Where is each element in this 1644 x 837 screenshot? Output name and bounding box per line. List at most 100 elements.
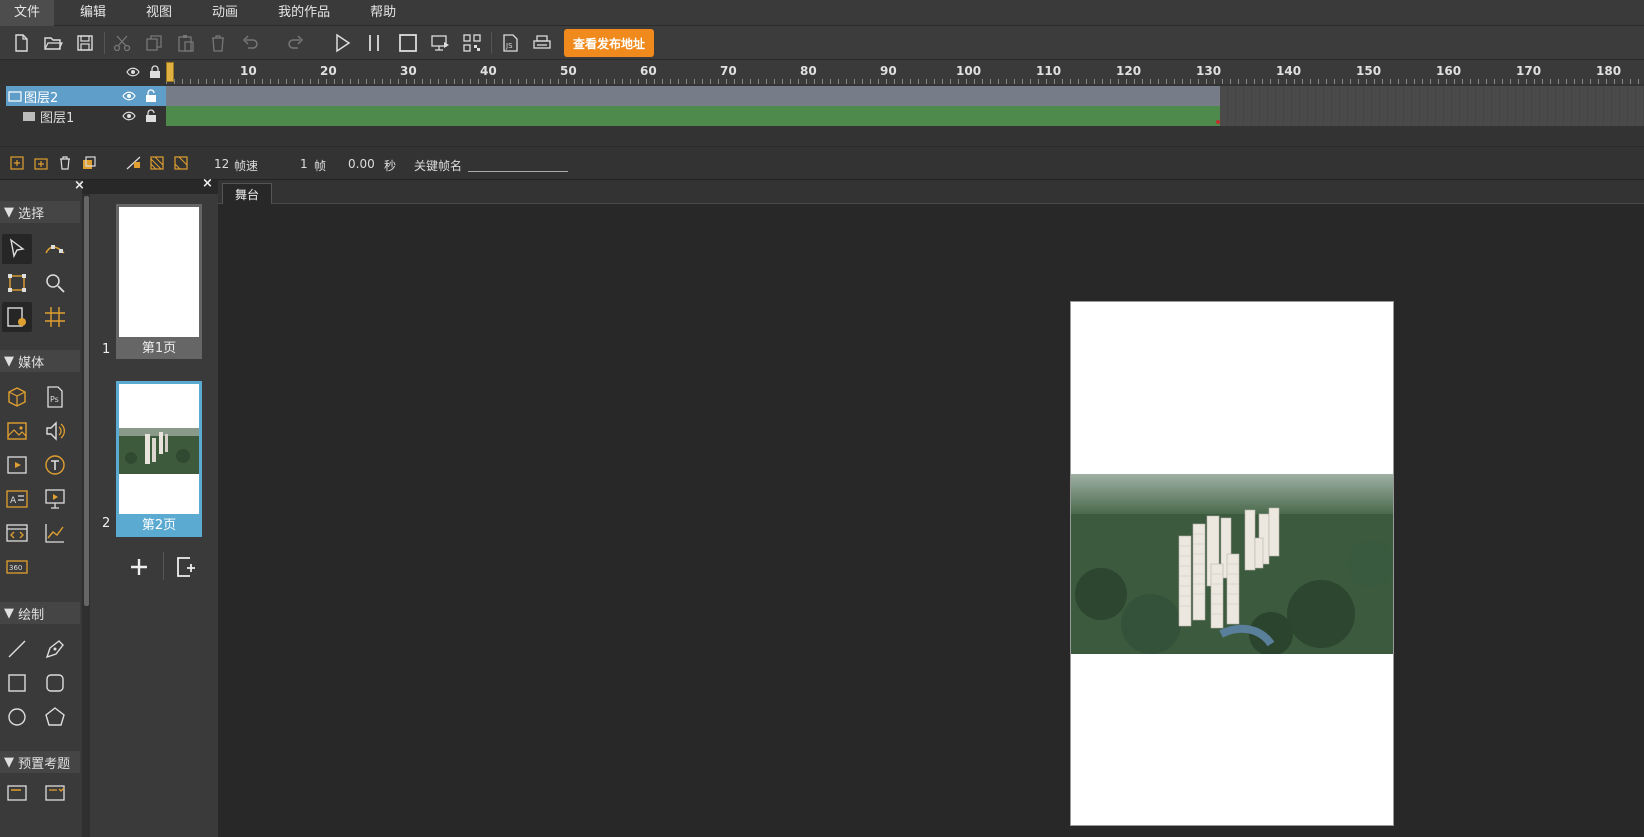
- cut-icon[interactable]: [109, 31, 135, 55]
- time-value: 0.00: [348, 157, 375, 171]
- menu-file[interactable]: 文件: [0, 0, 55, 26]
- delete-icon[interactable]: [205, 31, 231, 55]
- paste-icon[interactable]: [173, 31, 199, 55]
- ruler-label: 180: [1596, 64, 1622, 78]
- tab-stage[interactable]: 舞台: [222, 183, 272, 205]
- new-file-icon[interactable]: [8, 31, 34, 55]
- close-icon[interactable]: ×: [202, 176, 213, 191]
- eye-icon[interactable]: [126, 65, 140, 79]
- add-page-icon[interactable]: [128, 556, 150, 578]
- remove-tween-icon[interactable]: [174, 156, 188, 170]
- copy-layer-icon[interactable]: [82, 156, 96, 170]
- section-title: 选择: [18, 206, 45, 222]
- subselect-tool-icon[interactable]: [40, 234, 70, 264]
- circle-tool-icon[interactable]: [2, 702, 32, 732]
- zoom-tool-icon[interactable]: [40, 268, 70, 298]
- 3d-box-icon[interactable]: [2, 382, 32, 412]
- section-select[interactable]: ▼ 选择: [0, 201, 80, 223]
- chart-icon[interactable]: [40, 518, 70, 548]
- text-field-icon[interactable]: A: [2, 484, 32, 514]
- add-layer-icon[interactable]: [10, 156, 24, 170]
- open-folder-icon[interactable]: [40, 31, 66, 55]
- timeline-playhead[interactable]: [166, 62, 174, 82]
- section-media[interactable]: ▼ 媒体: [0, 350, 80, 372]
- layer-1-empty-frames[interactable]: [1220, 106, 1644, 126]
- close-icon[interactable]: ×: [74, 178, 85, 193]
- lock-icon[interactable]: [148, 65, 162, 79]
- ruler-label: 110: [1036, 64, 1062, 78]
- play-icon[interactable]: [329, 31, 355, 55]
- toolbar-separator: [491, 32, 492, 54]
- menu-edit[interactable]: 编辑: [66, 0, 120, 26]
- rounded-rectangle-tool-icon[interactable]: [40, 668, 70, 698]
- qrcode-icon[interactable]: [459, 31, 485, 55]
- timeline-ruler[interactable]: 10 20 30 40 50 60 70 80 90 100 110 120 1…: [166, 60, 1644, 84]
- panorama-360-icon[interactable]: 360: [2, 552, 32, 582]
- delete-layer-icon[interactable]: [58, 156, 72, 170]
- section-draw[interactable]: ▼ 绘制: [0, 602, 80, 624]
- code-icon[interactable]: [2, 518, 32, 548]
- copy-icon[interactable]: [141, 31, 167, 55]
- fps-value[interactable]: 12: [214, 157, 229, 171]
- undo-icon[interactable]: [237, 31, 263, 55]
- save-icon[interactable]: [72, 31, 98, 55]
- layer-row-2[interactable]: 图层2: [6, 86, 166, 106]
- audio-icon[interactable]: [40, 416, 70, 446]
- shape-tween-icon[interactable]: [150, 156, 164, 170]
- redo-icon[interactable]: [283, 31, 309, 55]
- choice-question-icon[interactable]: [2, 782, 32, 802]
- video-icon[interactable]: [2, 450, 32, 480]
- unlock-icon[interactable]: [144, 89, 158, 103]
- checklist-question-icon[interactable]: [40, 782, 70, 802]
- stage-canvas[interactable]: [1070, 301, 1394, 826]
- frame-label: 帧: [314, 159, 327, 173]
- layer-1-frames[interactable]: [166, 106, 1220, 126]
- motion-tween-icon[interactable]: [126, 156, 142, 170]
- grid-tool-icon[interactable]: [40, 302, 70, 332]
- stage-area[interactable]: [218, 204, 1644, 837]
- js-icon[interactable]: JS: [497, 31, 523, 55]
- page-tool-icon[interactable]: [2, 302, 32, 332]
- image-icon[interactable]: [2, 416, 32, 446]
- layer-row-1[interactable]: 图层1: [6, 106, 166, 126]
- menu-help[interactable]: 帮助: [356, 0, 410, 26]
- pause-icon[interactable]: [361, 31, 387, 55]
- text-icon[interactable]: [40, 450, 70, 480]
- keyframe-name-label: 关键帧名: [414, 159, 463, 173]
- layer-2-empty-frames[interactable]: [1220, 86, 1644, 106]
- unlock-icon[interactable]: [144, 109, 158, 123]
- line-tool-icon[interactable]: [2, 634, 32, 664]
- insert-page-icon[interactable]: [174, 555, 198, 579]
- menu-animation[interactable]: 动画: [198, 0, 252, 26]
- ruler-label: 30: [400, 64, 417, 78]
- transform-tool-icon[interactable]: [2, 268, 32, 298]
- select-tool-icon[interactable]: [2, 234, 32, 264]
- add-folder-icon[interactable]: [34, 156, 48, 170]
- slideshow-icon[interactable]: [40, 484, 70, 514]
- eye-icon[interactable]: [122, 89, 136, 103]
- page-thumb-1[interactable]: 第1页: [116, 204, 202, 359]
- preview-icon[interactable]: [427, 31, 453, 55]
- view-publish-url-button[interactable]: 查看发布地址: [564, 29, 654, 57]
- layer-2-frames[interactable]: [166, 86, 1220, 106]
- aerial-city-photo: [1071, 474, 1393, 654]
- psd-icon[interactable]: Ps: [40, 382, 70, 412]
- tool-panel-scroll-thumb[interactable]: [84, 196, 89, 606]
- pen-tool-icon[interactable]: [40, 634, 70, 664]
- print-icon[interactable]: [529, 31, 555, 55]
- page-thumb-2[interactable]: 第2页: [116, 381, 202, 537]
- collapse-icon: ▼: [4, 353, 14, 369]
- menu-my-works[interactable]: 我的作品: [264, 0, 344, 26]
- layer-icon: [23, 112, 35, 121]
- section-preset-questions[interactable]: ▼ 预置考题: [0, 751, 80, 773]
- stop-icon[interactable]: [395, 31, 421, 55]
- page-number: 2: [102, 516, 111, 531]
- menu-view[interactable]: 视图: [132, 0, 186, 26]
- ruler-label: 120: [1116, 64, 1142, 78]
- keyframe-name-input[interactable]: [468, 171, 568, 172]
- rectangle-tool-icon[interactable]: [2, 668, 32, 698]
- polygon-tool-icon[interactable]: [40, 702, 70, 732]
- aerial-city-image[interactable]: [1071, 474, 1393, 654]
- eye-icon[interactable]: [122, 109, 136, 123]
- layer-name: 图层2: [24, 90, 59, 106]
